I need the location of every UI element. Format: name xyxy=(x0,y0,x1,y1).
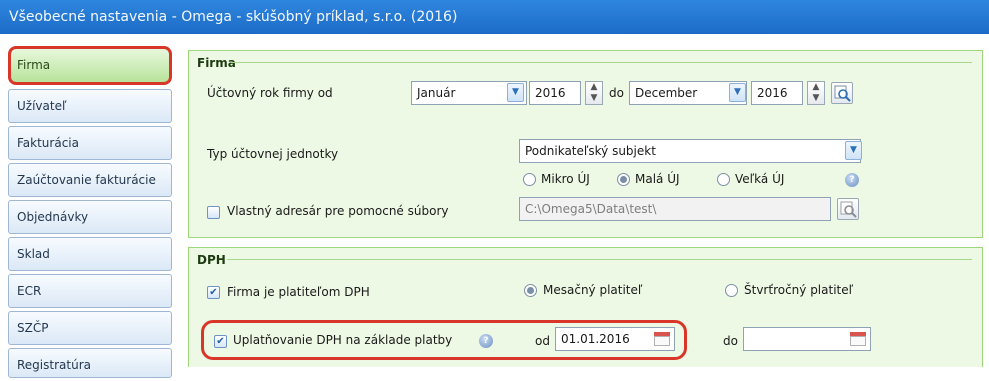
sidebar-item-fakturacia[interactable]: Fakturácia xyxy=(8,126,172,160)
unit-size-help-icon[interactable]: ? xyxy=(845,173,859,187)
velka-uj-radio[interactable] xyxy=(717,173,730,186)
sidebar-item-szcp[interactable]: SZČP xyxy=(8,311,172,345)
sidebar-item-uzivatel[interactable]: Užívateľ xyxy=(8,89,172,123)
mala-uj-radio[interactable] xyxy=(617,173,630,186)
unit-type-label: Typ účtovnej jednotky xyxy=(207,147,339,161)
own-dir-checkbox[interactable] xyxy=(207,206,220,219)
unit-type-select[interactable]: Podnikateľský subjekt xyxy=(519,139,861,163)
vat-payer-label: Firma je platiteľom DPH xyxy=(227,285,370,299)
quarterly-payer-label: Štvrťročný platiteľ xyxy=(744,283,854,297)
dph-section-title: DPH xyxy=(197,253,226,267)
vat-payer-checkbox[interactable]: ✔ xyxy=(207,286,220,299)
sidebar-item-registratura[interactable]: Registratúra xyxy=(8,348,172,378)
magnifier-icon xyxy=(840,201,857,218)
velka-uj-label: Veľká ÚJ xyxy=(735,172,785,186)
to-date-calendar-icon[interactable] xyxy=(847,328,869,350)
mikro-uj-label: Mikro ÚJ xyxy=(541,172,590,186)
firma-section-title: Firma xyxy=(197,56,236,70)
own-dir-path-value: C:\Omega5\Data\test\ xyxy=(525,202,657,216)
firma-section-divider xyxy=(231,62,972,63)
sidebar-item-objednavky[interactable]: Objednávky xyxy=(8,200,172,234)
fiscal-year-search-button[interactable] xyxy=(831,82,853,104)
own-dir-browse-button[interactable] xyxy=(837,198,859,220)
own-dir-label: Vlastný adresár pre pomocné súbory xyxy=(227,204,449,218)
sidebar-item-ecr[interactable]: ECR xyxy=(8,274,172,308)
cash-basis-highlight xyxy=(201,320,687,360)
to-month-value: December xyxy=(635,86,698,100)
unit-type-dropdown-icon[interactable]: ▼ xyxy=(845,141,862,160)
mikro-uj-radio[interactable] xyxy=(523,173,536,186)
from-year-stepper-icon[interactable]: ▲ ▼ xyxy=(585,81,603,105)
window-title: Všeobecné nastavenia - Omega - skúšobný … xyxy=(9,9,458,25)
unit-type-value: Podnikateľský subjekt xyxy=(525,144,656,158)
from-year-input[interactable]: 2016 xyxy=(529,81,581,105)
mala-uj-label: Malá ÚJ xyxy=(635,172,680,186)
firma-panel: Firma Účtovný rok firmy od Január ▼ 2016… xyxy=(188,50,983,238)
dph-section-divider xyxy=(227,259,972,260)
to-year-value: 2016 xyxy=(757,86,788,100)
to-year-stepper-icon[interactable]: ▲ ▼ xyxy=(807,81,825,105)
monthly-payer-label: Mesačný platiteľ xyxy=(543,283,643,297)
sidebar-item-zauctovanie-fakturacie[interactable]: Zaúčtovanie fakturácie xyxy=(8,163,172,197)
quarterly-payer-radio[interactable] xyxy=(725,284,738,297)
from-year-value: 2016 xyxy=(535,86,566,100)
magnifier-icon xyxy=(834,85,851,102)
dph-panel: DPH ✔ Firma je platiteľom DPH Mesačný pl… xyxy=(188,247,983,367)
to-month-dropdown-icon[interactable]: ▼ xyxy=(729,83,746,102)
settings-content: Firma Účtovný rok firmy od Január ▼ 2016… xyxy=(180,42,989,367)
fiscal-year-to-label: do xyxy=(609,86,624,100)
sidebar-item-firma[interactable]: Firma xyxy=(8,46,172,85)
sidebar-item-sklad[interactable]: Sklad xyxy=(8,237,172,271)
fiscal-year-label: Účtovný rok firmy od xyxy=(207,86,333,100)
to-year-input[interactable]: 2016 xyxy=(751,81,803,105)
monthly-payer-radio[interactable] xyxy=(524,284,537,297)
from-month-value: Január xyxy=(417,86,456,100)
cash-basis-to-label: do xyxy=(723,334,738,348)
own-dir-path-input[interactable]: C:\Omega5\Data\test\ xyxy=(519,197,831,221)
settings-sidebar: Firma Užívateľ Fakturácia Zaúčtovanie fa… xyxy=(8,46,172,378)
window-titlebar: Všeobecné nastavenia - Omega - skúšobný … xyxy=(0,0,989,34)
from-month-dropdown-icon[interactable]: ▼ xyxy=(507,83,524,102)
